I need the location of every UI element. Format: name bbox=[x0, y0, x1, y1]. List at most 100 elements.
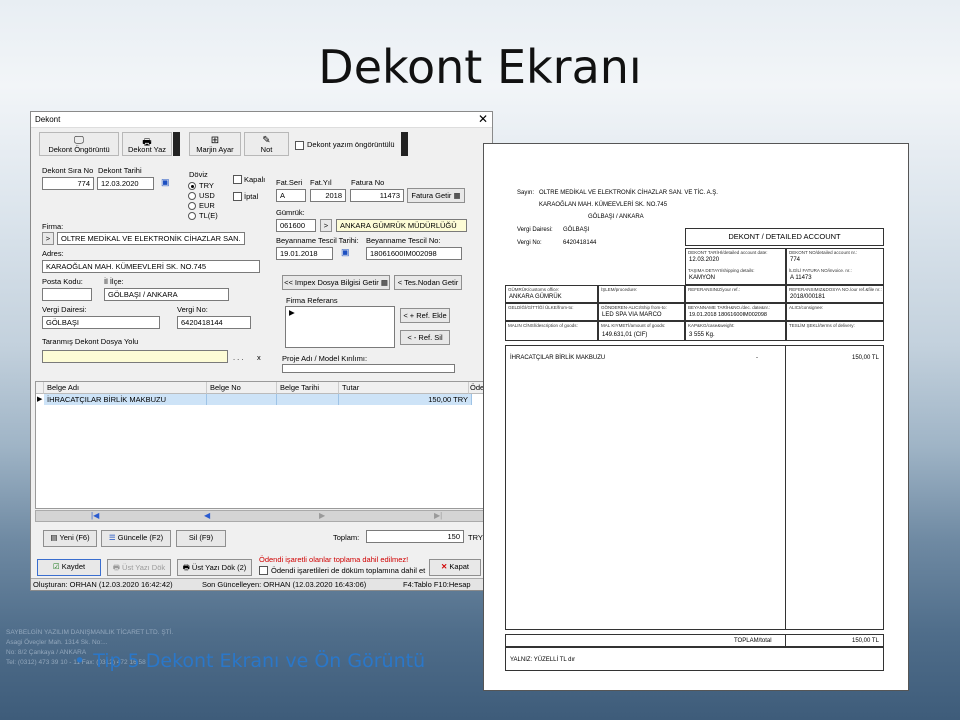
ust-yazi-dok2-button[interactable]: 🖶 Üst Yazı Dök (2) bbox=[177, 559, 252, 576]
fatura-no-input[interactable]: 11473 bbox=[350, 189, 404, 202]
fat-yil-input[interactable]: 2018 bbox=[310, 189, 346, 202]
gumruk-ad-input[interactable]: ANKARA GÜMRÜK MÜDÜRLÜĞÜ bbox=[336, 219, 467, 232]
odendi-dahil-checkbox[interactable] bbox=[259, 566, 268, 575]
tes-nodan-button[interactable]: < Tes.Nodan Getir bbox=[394, 275, 462, 290]
tarih-input[interactable]: 12.03.2020 bbox=[97, 177, 154, 190]
yeni-label: Yeni (F6) bbox=[59, 533, 90, 542]
gumruk-select-button[interactable]: > bbox=[320, 219, 332, 232]
preview-box: GÜMRÜK/customs office: ANKARA GÜMRÜK bbox=[505, 285, 598, 303]
bey-no-input[interactable]: 18061600IM002098 bbox=[366, 247, 462, 260]
bey-tarih-input[interactable]: 19.01.2018 bbox=[276, 247, 333, 260]
grid-header[interactable]: Tutar bbox=[339, 382, 469, 394]
cell-belge-no[interactable] bbox=[207, 394, 277, 405]
preview-date: 12.03.2020 bbox=[689, 257, 720, 263]
impex-button[interactable]: << Impex Dosya Bilgisi Getir ▦ bbox=[282, 275, 390, 290]
odendi-warning: Ödendi işaretli olanlar toplama dahil ed… bbox=[259, 555, 409, 564]
preview-invoice-no: A 11473 bbox=[790, 275, 812, 281]
cell-belge-tarihi[interactable] bbox=[277, 394, 339, 405]
ust-yazi-dok-button[interactable]: 🖶 Üst Yazı Dök bbox=[107, 559, 171, 576]
preview-vd-label: Vergi Dairesi: bbox=[517, 227, 553, 233]
preview-field-label: TESLİM ŞEKLİ/terms of delivery: bbox=[789, 323, 855, 328]
fatura-getir-button[interactable]: Fatura Getir ▦ bbox=[407, 188, 465, 203]
vno-input[interactable]: 6420418144 bbox=[177, 316, 251, 329]
doviz-radio-usd[interactable] bbox=[188, 192, 196, 200]
preview-box: REFERANSINIZ/your ref.: bbox=[685, 285, 786, 303]
ref-sil-button[interactable]: < - Ref. Sil bbox=[400, 330, 450, 345]
doviz-radio-tle[interactable] bbox=[188, 212, 196, 220]
ilce-input[interactable]: GÖLBAŞI / ANKARA bbox=[104, 288, 229, 301]
taranmis-input[interactable] bbox=[42, 350, 228, 363]
window-title: Dekont bbox=[35, 115, 61, 124]
firma-input[interactable]: OLTRE MEDİKAL VE ELEKTRONİK CİHAZLAR SAN… bbox=[57, 232, 245, 245]
kapali-checkbox[interactable] bbox=[233, 175, 242, 184]
print-preview-checkbox[interactable] bbox=[295, 141, 304, 150]
preview-button[interactable]: 🖵 Dekont Öngörüntü bbox=[39, 132, 119, 156]
calendar-icon[interactable]: ▣ bbox=[161, 177, 170, 188]
doviz-option: USD bbox=[199, 191, 215, 200]
kapali-label: Kapalı bbox=[244, 175, 266, 184]
proje-input[interactable] bbox=[282, 364, 455, 373]
status-keys: F4:Tablo F10:Hesap bbox=[403, 580, 471, 589]
preview-field-label: MAL KIYMETİ/amount of goods: bbox=[601, 323, 666, 328]
preview-vno: 6420418144 bbox=[563, 240, 597, 246]
cell-tutar[interactable]: 150,00 TRY bbox=[339, 394, 472, 405]
print-button[interactable]: 🖶 Dekont Yaz bbox=[122, 132, 172, 156]
bullet-text: Tip 5 Dekont Ekranı ve Ön Görüntü bbox=[93, 650, 426, 672]
preview-firma: OLTRE MEDİKAL VE ELEKTRONİK CİHAZLAR SAN… bbox=[539, 190, 718, 196]
clear-path-button[interactable]: x bbox=[257, 353, 261, 362]
sil-button[interactable]: Sil (F9) bbox=[176, 530, 226, 547]
close-icon[interactable]: ✕ bbox=[478, 112, 488, 126]
preview-ilce: GÖLBAŞI / ANKARA bbox=[588, 214, 644, 220]
margin-button[interactable]: ⊞ Marjin Ayar bbox=[189, 132, 241, 156]
preview-column-divider bbox=[785, 634, 786, 647]
last-record-icon[interactable]: ▶| bbox=[434, 511, 442, 520]
iptal-checkbox[interactable] bbox=[233, 192, 242, 201]
vd-input[interactable]: GÖLBAŞI bbox=[42, 316, 160, 329]
yeni-button[interactable]: ▤ Yeni (F6) bbox=[43, 530, 97, 547]
preview-field-label: GELDİĞİ/GİTTİĞİ ÜLKE/from-to: bbox=[508, 305, 574, 310]
cell-belge-adi[interactable]: İHRACATÇILAR BİRLİK MAKBUZU bbox=[44, 394, 207, 405]
next-record-icon[interactable]: ▶ bbox=[319, 511, 325, 520]
status-guncelleyen: Son Güncelleyen: ORHAN (12.03.2020 16:43… bbox=[202, 580, 367, 589]
sayin-label: Sayın: bbox=[517, 190, 535, 196]
grid-icon: ▦ bbox=[380, 278, 388, 287]
calendar-icon[interactable]: ▣ bbox=[341, 247, 350, 258]
prev-record-icon[interactable]: ◀ bbox=[204, 511, 210, 520]
fat-seri-input[interactable]: A bbox=[276, 189, 306, 202]
grid-header[interactable]: Belge Adı bbox=[44, 382, 207, 394]
odendi-dahil-label: Ödendi işaretlileri de döküm toplamına d… bbox=[271, 566, 426, 575]
doviz-radio-eur[interactable] bbox=[188, 202, 196, 210]
fat-seri-label: Fat.Seri bbox=[276, 178, 303, 187]
table-row[interactable]: İHRACATÇILAR BİRLİK MAKBUZU 150,00 TRY bbox=[44, 394, 472, 405]
browse-button[interactable]: . . . bbox=[233, 353, 243, 362]
sira-no-input[interactable]: 774 bbox=[42, 177, 94, 190]
preview-field-label: GÖNDEREN-ALICI/Ship from-to: bbox=[601, 305, 667, 310]
printer-icon: 🖶 bbox=[112, 563, 120, 572]
kaydet-button[interactable]: ☑ Kaydet bbox=[37, 559, 101, 576]
proje-label: Proje Adı / Model Kırılımı: bbox=[282, 354, 368, 363]
bey-no-label: Beyanname Tescil No: bbox=[366, 236, 441, 245]
preview-field-label: İLGİLİ FATURA NO/invoice. nr.: bbox=[789, 268, 852, 273]
preview-item-amount: 150,00 TL bbox=[852, 355, 879, 361]
adres-input[interactable]: KARAOĞLAN MAH. KÜMEEVLERİ SK. NO.745 bbox=[42, 260, 260, 273]
gumruk-kod-input[interactable]: 061600 bbox=[276, 219, 316, 232]
posta-input[interactable] bbox=[42, 288, 92, 301]
toplam-label: Toplam: bbox=[333, 533, 360, 542]
first-record-icon[interactable]: |◀ bbox=[91, 511, 99, 520]
note-button[interactable]: ✎ Not bbox=[244, 132, 289, 156]
firma-select-button[interactable]: > bbox=[42, 232, 54, 245]
grid-icon: ▦ bbox=[453, 191, 461, 200]
preview-field-label: DEKONT NO/detailed account nr.: bbox=[789, 250, 858, 255]
preview-box: İŞLEM/procedure: bbox=[598, 285, 685, 303]
grid-header[interactable]: Belge Tarihi bbox=[277, 382, 339, 394]
preview-field-label: REFERANSIMIZ&DOSYA NO./our ref.&file nr.… bbox=[789, 287, 882, 292]
margin-icon: ⊞ bbox=[210, 135, 220, 146]
kapat-button[interactable]: ✕ Kapat bbox=[429, 559, 481, 576]
doviz-label: Döviz bbox=[189, 170, 208, 179]
firma-ref-list[interactable]: ▶ bbox=[285, 306, 395, 348]
grid-header[interactable]: Belge No bbox=[207, 382, 277, 394]
guncelle-button[interactable]: ☰ Güncelle (F2) bbox=[101, 530, 171, 547]
ref-ekle-button[interactable]: < + Ref. Ekle bbox=[400, 308, 450, 323]
preview-field-label: DEKONT TARİHİ/detailed account date: bbox=[688, 250, 768, 255]
doviz-radio-try[interactable] bbox=[188, 182, 196, 190]
